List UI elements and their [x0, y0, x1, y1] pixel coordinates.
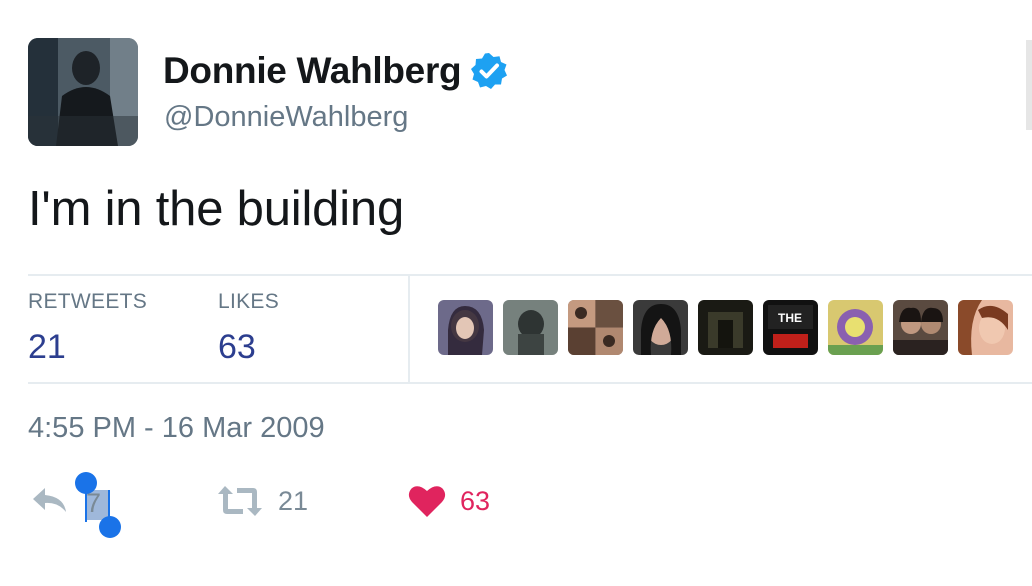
likes-stat[interactable]: LIKES 63	[218, 290, 279, 367]
tweet-stats: RETWEETS 21 LIKES 63 THE	[28, 274, 1032, 384]
liker-avatar[interactable]: THE	[763, 300, 818, 355]
like-button[interactable]: 63	[408, 484, 490, 518]
retweets-stat[interactable]: RETWEETS 21	[28, 290, 147, 367]
adjacent-panel-edge	[1026, 40, 1032, 130]
selection-start-handle[interactable]	[75, 472, 97, 494]
avatar[interactable]	[28, 38, 138, 146]
retweet-count: 21	[278, 485, 309, 516]
retweet-icon	[218, 486, 262, 516]
liker-avatar[interactable]	[633, 300, 688, 355]
verified-badge-icon	[471, 53, 508, 89]
reply-button[interactable]	[30, 484, 70, 516]
likes-value: 63	[218, 328, 256, 366]
tweet-timestamp[interactable]: 4:55 PM - 16 Mar 2009	[28, 412, 325, 445]
selection-end-handle[interactable]	[99, 516, 121, 538]
stats-divider	[408, 276, 410, 382]
user-handle[interactable]: @DonnieWahlberg	[164, 101, 408, 134]
like-count: 63	[460, 485, 491, 516]
profile-photo	[28, 38, 138, 146]
likers-avatars: THE	[438, 300, 1013, 355]
tweet-text: I'm in the building	[28, 182, 404, 236]
retweet-button[interactable]: 21	[216, 484, 308, 518]
liker-avatar[interactable]	[568, 300, 623, 355]
liker-avatar[interactable]	[828, 300, 883, 355]
liker-avatar[interactable]	[438, 300, 493, 355]
liker-avatar[interactable]	[698, 300, 753, 355]
reply-arrow-icon	[33, 488, 66, 512]
liker-avatar[interactable]	[503, 300, 558, 355]
retweets-value: 21	[28, 328, 66, 366]
liker-avatar[interactable]	[958, 300, 1013, 355]
retweets-label: RETWEETS	[28, 290, 148, 313]
display-name[interactable]: Donnie Wahlberg	[163, 50, 462, 92]
liker-avatar[interactable]	[893, 300, 948, 355]
heart-icon	[408, 486, 446, 517]
name-row: Donnie Wahlberg	[163, 50, 509, 92]
svg-text:THE: THE	[778, 311, 802, 325]
likes-label: LIKES	[218, 290, 280, 313]
